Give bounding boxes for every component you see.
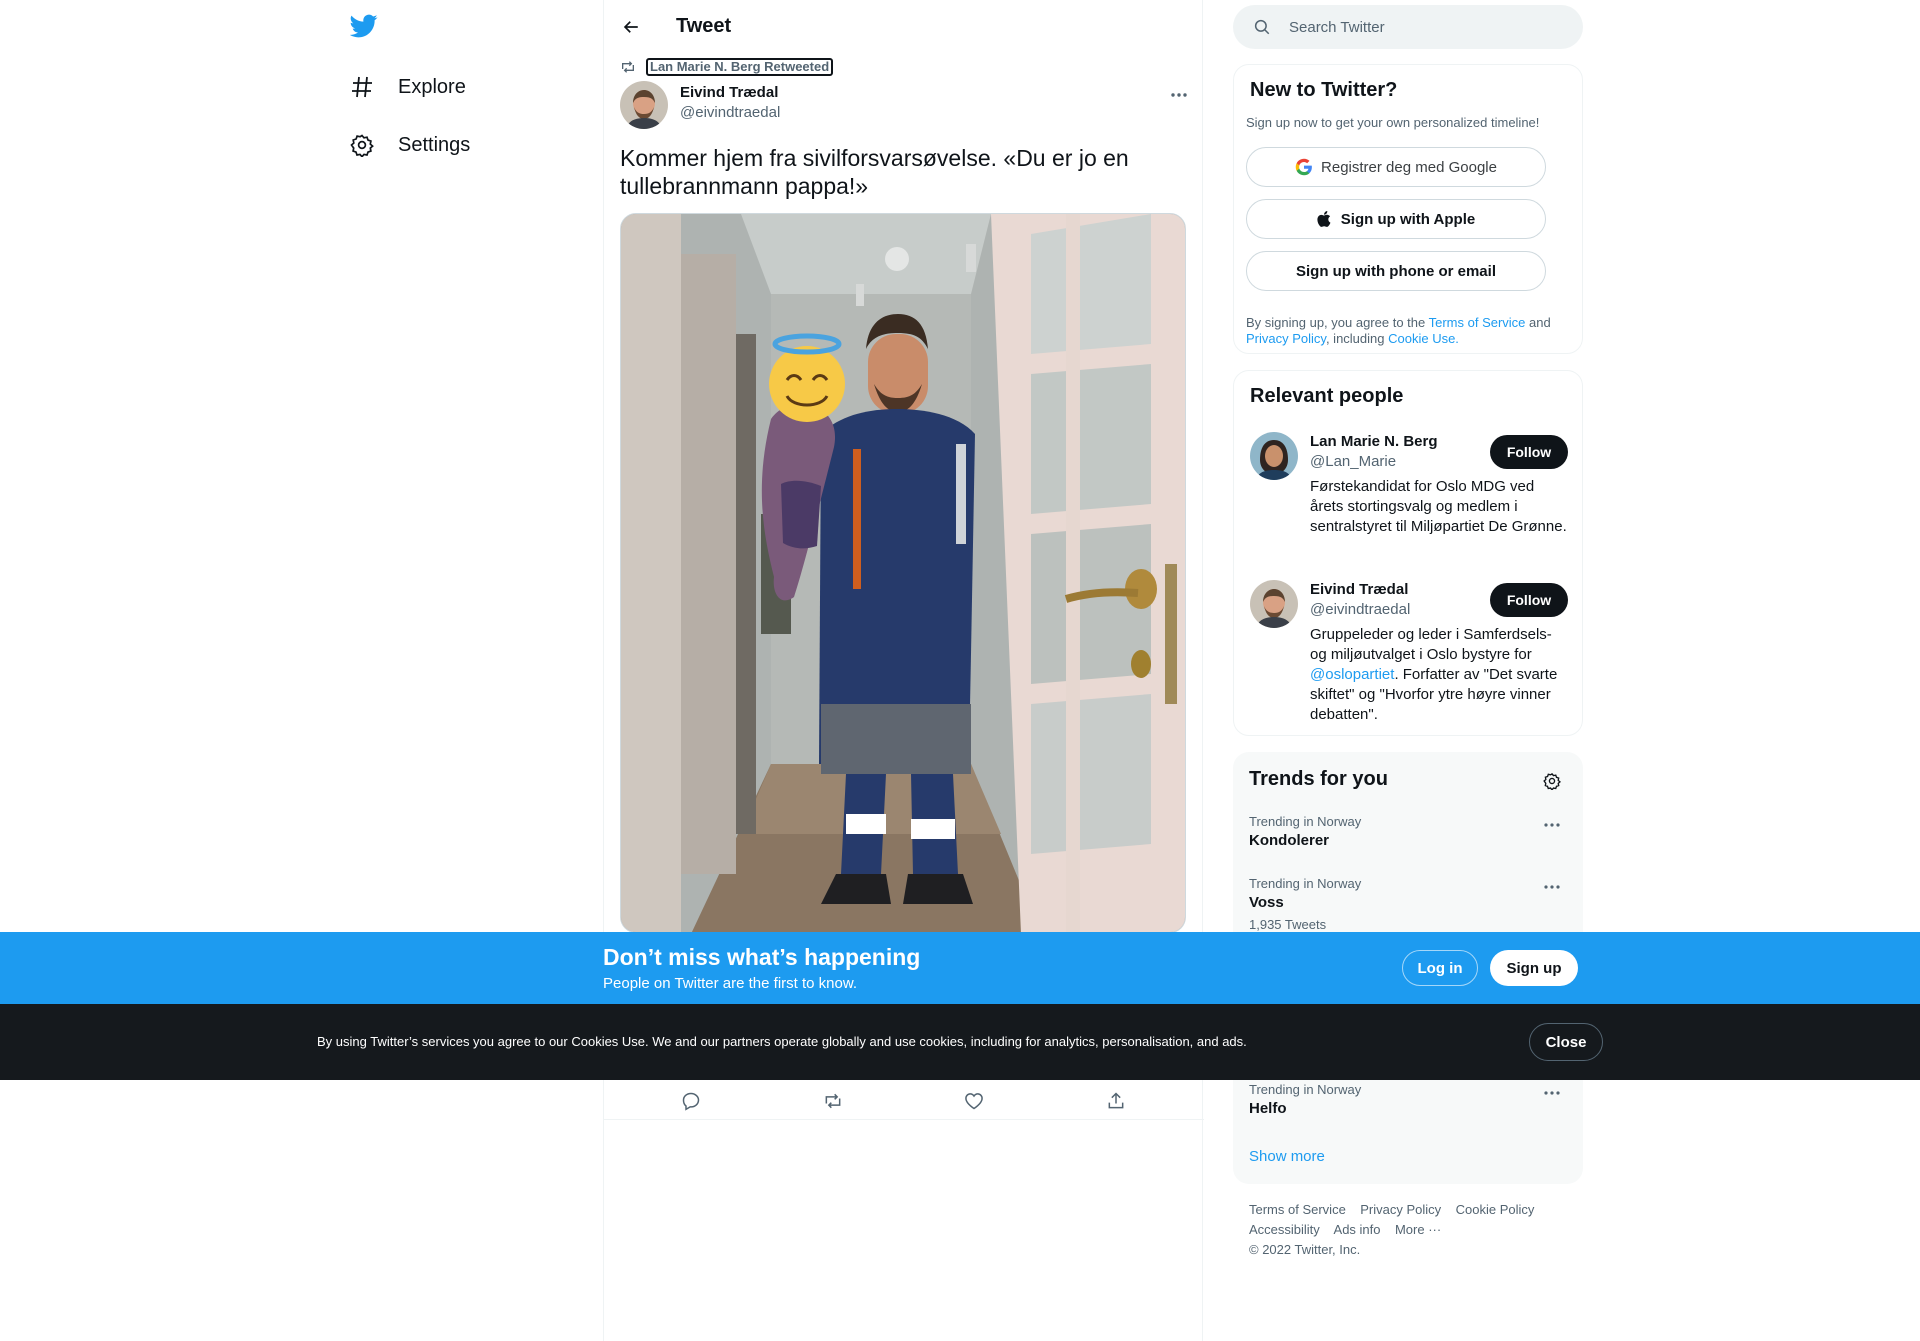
main-column: Tweet Lan Marie N. Berg Retweeted Eivind… xyxy=(603,0,1204,1341)
twitter-bird-icon[interactable] xyxy=(350,12,382,44)
new-to-twitter-title: New to Twitter? xyxy=(1250,79,1398,101)
person-handle[interactable]: @Lan_Marie xyxy=(1310,453,1396,470)
new-to-twitter-card: New to Twitter? Sign up now to get your … xyxy=(1233,64,1583,354)
signup-banner: Don’t miss what’s happening People on Tw… xyxy=(0,932,1920,1004)
privacy-link[interactable]: Privacy Policy xyxy=(1246,331,1326,346)
hashtag-icon xyxy=(348,73,376,101)
tweet-header: Tweet xyxy=(604,0,1204,53)
page-title: Tweet xyxy=(676,15,732,37)
search-input[interactable] xyxy=(1289,18,1549,36)
more-options-icon[interactable] xyxy=(1537,1083,1567,1103)
follow-button[interactable]: Follow xyxy=(1490,583,1568,617)
legal-text: and xyxy=(1525,315,1551,330)
more-options-icon[interactable] xyxy=(1537,815,1567,835)
terms-link[interactable]: Terms of Service xyxy=(1429,315,1526,330)
footer-links: Terms of Service Privacy Policy Cookie P… xyxy=(1249,1200,1579,1260)
cookie-use-link[interactable]: Cookie Use. xyxy=(1388,331,1459,346)
gear-icon xyxy=(348,131,376,159)
nav-item-label: Explore xyxy=(398,75,466,98)
follow-button[interactable]: Follow xyxy=(1490,435,1568,469)
google-signup-label: Registrer deg med Google xyxy=(1321,158,1497,176)
signup-legal-text: By signing up, you agree to the Terms of… xyxy=(1246,315,1566,347)
new-to-twitter-subtitle: Sign up now to get your own personalized… xyxy=(1246,115,1540,130)
person-avatar[interactable] xyxy=(1250,580,1298,628)
person-avatar[interactable] xyxy=(1250,432,1298,480)
more-options-icon[interactable] xyxy=(1164,86,1194,104)
trend-context: Trending in Norway xyxy=(1249,814,1362,829)
reply-icon[interactable] xyxy=(674,1084,708,1118)
author-handle[interactable]: @eivindtraedal xyxy=(680,104,780,121)
nav-item-label: Settings xyxy=(398,133,471,156)
search-bar[interactable] xyxy=(1233,5,1583,49)
signup-button[interactable]: Sign up xyxy=(1490,950,1578,986)
copyright: © 2022 Twitter, Inc. xyxy=(1249,1242,1361,1257)
like-icon[interactable] xyxy=(957,1084,991,1118)
legal-text: By signing up, you agree to the xyxy=(1246,315,1429,330)
trend-context: Trending in Norway xyxy=(1249,876,1362,891)
footer-link[interactable]: Privacy Policy xyxy=(1360,1202,1441,1217)
trend-count: 1,935 Tweets xyxy=(1249,917,1327,932)
person-bio: Gruppeleder og leder i Samferdsels- og m… xyxy=(1310,625,1568,725)
apple-signup-button[interactable]: Sign up with Apple xyxy=(1246,199,1546,239)
trend-name: Helfo xyxy=(1249,1100,1287,1117)
back-arrow-icon[interactable] xyxy=(614,10,648,44)
phone-email-signup-button[interactable]: Sign up with phone or email xyxy=(1246,251,1546,291)
close-button[interactable]: Close xyxy=(1529,1023,1603,1061)
retweet-icon[interactable] xyxy=(816,1084,850,1118)
phone-signup-label: Sign up with phone or email xyxy=(1295,262,1496,280)
apple-signup-label: Sign up with Apple xyxy=(1340,210,1476,228)
share-icon[interactable] xyxy=(1099,1084,1133,1118)
trend-context: Trending in Norway xyxy=(1249,1082,1362,1097)
apple-icon xyxy=(1317,210,1333,228)
cookie-consent-bar: By using Twitter’s services you agree to… xyxy=(0,1004,1920,1080)
tweet-text: Kommer hjem fra sivilforsvarsøvelse. «Du… xyxy=(620,145,1129,199)
search-icon xyxy=(1253,18,1271,36)
mention-link[interactable]: @oslopartiet xyxy=(1310,666,1394,683)
author-avatar[interactable] xyxy=(620,81,668,129)
retweeter-link[interactable]: Lan Marie N. Berg Retweeted xyxy=(646,58,834,76)
google-icon xyxy=(1295,158,1313,176)
nav-item-explore[interactable]: Explore xyxy=(348,64,466,110)
retweet-icon xyxy=(620,59,636,75)
trend-name: Voss xyxy=(1249,894,1284,911)
gear-icon[interactable] xyxy=(1539,768,1565,794)
cookie-text: By using Twitter’s services you agree to… xyxy=(317,1034,1247,1049)
relevant-people-title: Relevant people xyxy=(1250,385,1404,407)
google-signup-button[interactable]: Registrer deg med Google xyxy=(1246,147,1546,187)
trends-title: Trends for you xyxy=(1249,768,1388,790)
show-more-link[interactable]: Show more xyxy=(1249,1148,1325,1165)
tweet-actions xyxy=(604,1080,1204,1120)
footer-link[interactable]: More ··· xyxy=(1395,1222,1441,1237)
person-bio: Førstekandidat for Oslo MDG ved årets st… xyxy=(1310,478,1567,535)
login-button[interactable]: Log in xyxy=(1402,950,1478,986)
tweet-photo[interactable] xyxy=(620,213,1186,933)
banner-title: Don’t miss what’s happening xyxy=(603,944,921,970)
retweet-context: Lan Marie N. Berg Retweeted xyxy=(620,58,834,76)
footer-link[interactable]: Ads info xyxy=(1334,1222,1381,1237)
footer-link[interactable]: Terms of Service xyxy=(1249,1202,1346,1217)
nav-item-settings[interactable]: Settings xyxy=(348,122,470,168)
trend-name: Kondolerer xyxy=(1249,832,1330,849)
footer-link[interactable]: Accessibility xyxy=(1249,1222,1320,1237)
more-options-icon[interactable] xyxy=(1537,877,1567,897)
bio-text: Gruppeleder og leder i Samferdsels- og m… xyxy=(1310,626,1552,663)
person-name[interactable]: Lan Marie N. Berg xyxy=(1310,433,1438,450)
legal-text: , including xyxy=(1325,331,1389,346)
banner-subtitle: People on Twitter are the first to know. xyxy=(603,975,858,992)
person-handle[interactable]: @eivindtraedal xyxy=(1310,601,1410,618)
footer-link[interactable]: Cookie Policy xyxy=(1456,1202,1535,1217)
relevant-people-card: Relevant people Lan Marie N. Berg @Lan_M… xyxy=(1233,370,1583,736)
author-name[interactable]: Eivind Trædal xyxy=(680,84,778,101)
person-name[interactable]: Eivind Trædal xyxy=(1310,581,1408,598)
